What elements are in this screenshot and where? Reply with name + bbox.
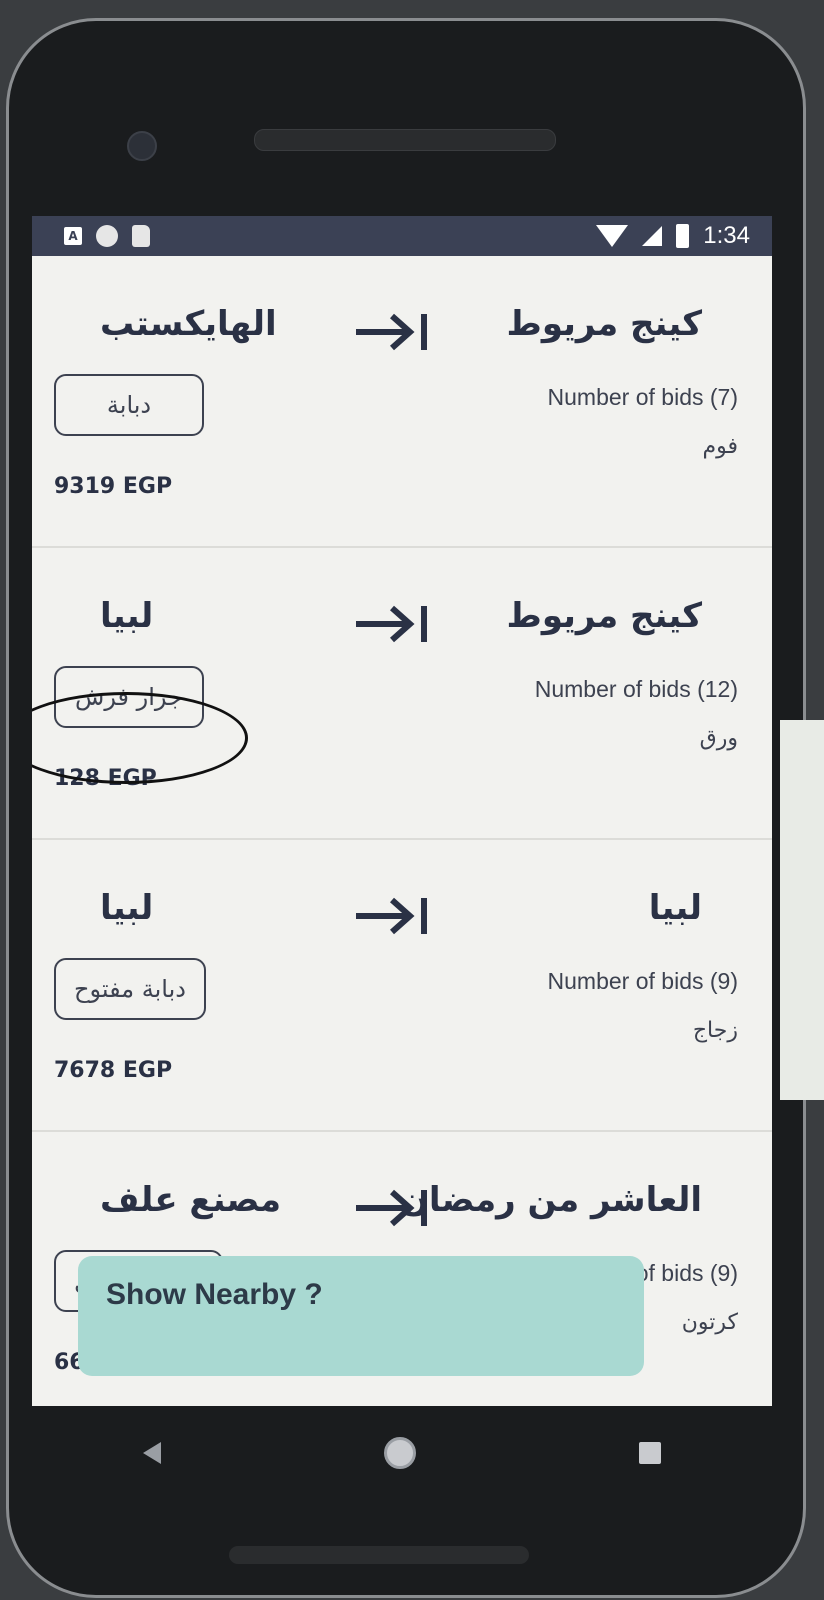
background-window bbox=[780, 720, 824, 1100]
route: الهايكستب كينج مريوط bbox=[32, 304, 772, 364]
cargo-type-button[interactable]: دبابة مفتوح bbox=[54, 958, 206, 1020]
app-screen: A 1:34 الهايكستب كينج مريوط دبابة Number… bbox=[32, 216, 772, 1406]
destination-city: الهايكستب bbox=[100, 304, 277, 344]
price: 7678 EGP bbox=[54, 1058, 173, 1083]
route: لبيا لبيا bbox=[32, 888, 772, 948]
listing-card[interactable]: الهايكستب كينج مريوط دبابة Number of bid… bbox=[32, 256, 772, 548]
notification-circle-icon bbox=[96, 225, 118, 247]
system-nav-bar bbox=[32, 1408, 772, 1498]
back-icon[interactable] bbox=[143, 1442, 162, 1464]
home-icon[interactable] bbox=[383, 1437, 416, 1469]
bids-count: Number of bids (12) bbox=[534, 676, 738, 702]
arrow-to-icon bbox=[356, 897, 427, 935]
listing-card[interactable]: لبيا لبيا دبابة مفتوح Number of bids (9)… bbox=[32, 840, 772, 1132]
arrow-to-icon bbox=[356, 313, 427, 351]
origin-city: كينج مريوط bbox=[506, 304, 702, 344]
earpiece-speaker bbox=[254, 129, 556, 151]
item-type: ورق bbox=[699, 726, 738, 751]
bids-count: Number of bids (7) bbox=[547, 384, 738, 410]
wifi-icon bbox=[596, 225, 629, 247]
origin-city: كينج مريوط bbox=[506, 596, 702, 636]
destination-city: لبيا bbox=[100, 888, 154, 928]
destination-city: مصنع علف bbox=[100, 1180, 282, 1220]
origin-city: العاشر من رمضان bbox=[399, 1180, 702, 1220]
item-type: زجاج bbox=[692, 1018, 738, 1043]
route: مصنع علف العاشر من رمضان bbox=[32, 1180, 772, 1240]
route: لبيا كينج مريوط bbox=[32, 596, 772, 656]
destination-city: لبيا bbox=[100, 596, 154, 636]
item-type: فوم bbox=[702, 434, 738, 459]
listings-list: الهايكستب كينج مريوط دبابة Number of bid… bbox=[32, 256, 772, 1406]
item-type: كرتون bbox=[681, 1310, 738, 1335]
signal-icon bbox=[642, 226, 663, 246]
front-camera bbox=[127, 131, 157, 161]
arrow-to-icon bbox=[356, 605, 427, 643]
bottom-speaker bbox=[229, 1546, 529, 1564]
origin-city: لبيا bbox=[648, 888, 702, 928]
show-nearby-button[interactable]: Show Nearby ? bbox=[78, 1256, 644, 1376]
battery-icon bbox=[676, 224, 690, 248]
status-bar: A 1:34 bbox=[32, 216, 772, 256]
recent-apps-icon[interactable] bbox=[638, 1442, 661, 1464]
sd-card-icon bbox=[132, 225, 150, 247]
price: 9319 EGP bbox=[54, 474, 173, 499]
notification-a-icon: A bbox=[64, 227, 82, 245]
bids-count: Number of bids (9) bbox=[547, 968, 738, 994]
cargo-type-button[interactable]: دبابة bbox=[54, 374, 204, 436]
status-time: 1:34 bbox=[703, 222, 750, 249]
